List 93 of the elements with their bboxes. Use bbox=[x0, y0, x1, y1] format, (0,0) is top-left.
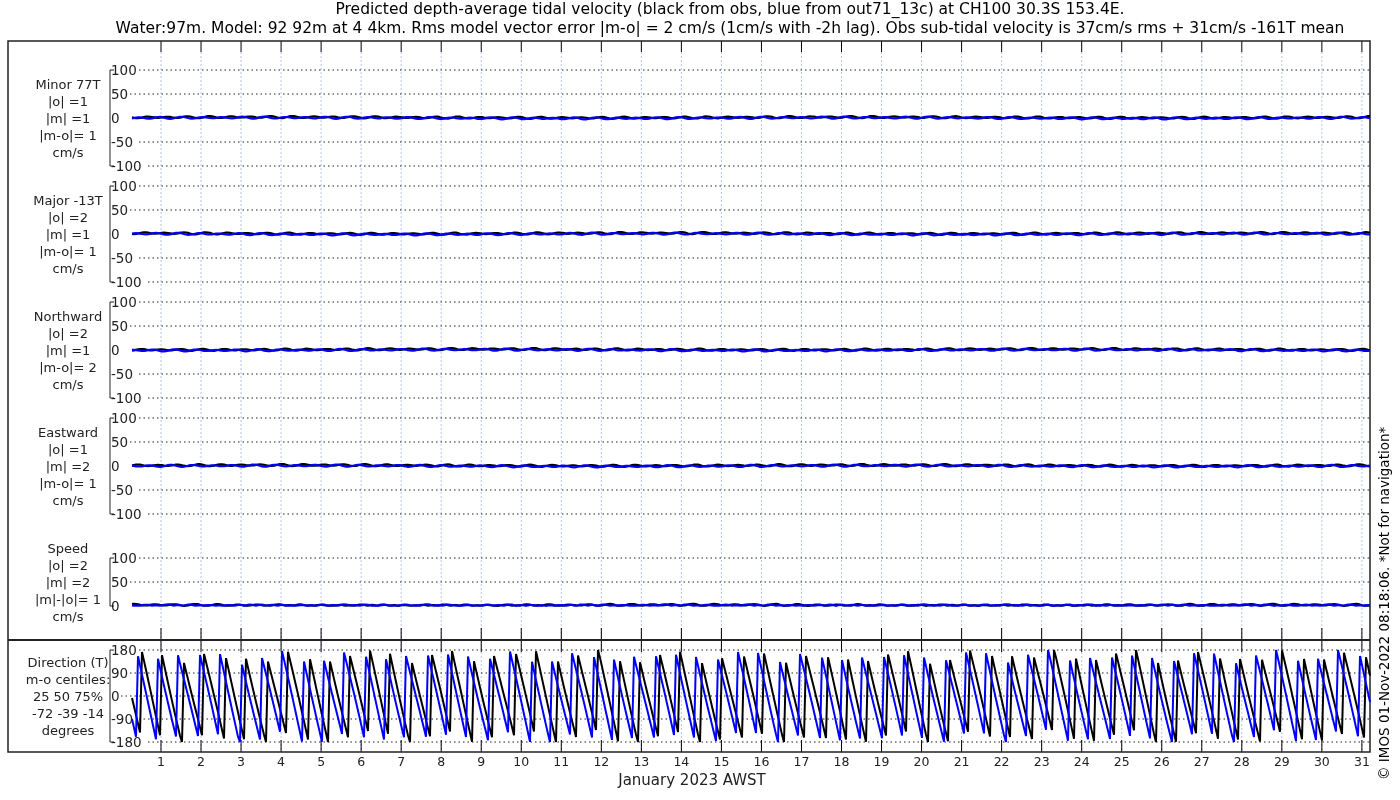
y-tick-label: 50 bbox=[111, 318, 129, 334]
y-tick-label: 0 bbox=[111, 226, 120, 242]
x-tick-label: 21 bbox=[953, 754, 970, 769]
y-tick-label: 50 bbox=[111, 86, 129, 102]
panel-label: m-o centiles: bbox=[25, 672, 111, 687]
chart-title: Predicted depth-average tidal velocity (black from obs, blue from out71_13c) at CH100 30.3S 153.4E. bbox=[335, 0, 1125, 18]
x-tick-label: 13 bbox=[633, 754, 650, 769]
x-tick-label: 8 bbox=[437, 754, 446, 769]
panel-label: |o| =2 bbox=[48, 326, 88, 341]
y-tick-label: 100 bbox=[111, 62, 137, 78]
y-tick-label: 0 bbox=[111, 110, 120, 126]
x-tick-label: 25 bbox=[1113, 754, 1130, 769]
panel-label: 25 50 75% bbox=[32, 689, 104, 704]
panel-label: Minor 77T bbox=[35, 77, 101, 92]
copyright-note: © IMOS 01-Nov-2022 08:18:06. *Not for navigation* bbox=[1376, 426, 1392, 780]
x-tick-label: 9 bbox=[477, 754, 486, 769]
panel-label: |m| =1 bbox=[45, 343, 91, 358]
x-tick-label: 7 bbox=[397, 754, 406, 769]
x-tick-label: 16 bbox=[753, 754, 770, 769]
panel-label: |m-o|= 1 bbox=[39, 244, 97, 259]
y-tick-label: 90 bbox=[111, 665, 129, 681]
y-tick-label: 50 bbox=[111, 202, 129, 218]
x-tick-label: 26 bbox=[1153, 754, 1170, 769]
y-tick-label: 100 bbox=[111, 550, 137, 566]
x-tick-label: 27 bbox=[1193, 754, 1210, 769]
x-tick-label: 19 bbox=[873, 754, 890, 769]
y-tick-label: -100 bbox=[111, 158, 142, 174]
panel-label: degrees bbox=[41, 723, 95, 738]
panel-label: Major -13T bbox=[33, 193, 103, 208]
panel-label: |m| =1 bbox=[45, 111, 91, 126]
x-tick-label: 1 bbox=[157, 754, 165, 769]
panel-label: |m-o|= 2 bbox=[39, 360, 97, 375]
y-tick-label: -50 bbox=[111, 482, 134, 498]
y-tick-label: -50 bbox=[111, 366, 134, 382]
x-tick-label: 23 bbox=[1033, 754, 1050, 769]
panel-label: |m-o|= 1 bbox=[39, 476, 97, 491]
x-tick-label: 22 bbox=[993, 754, 1010, 769]
panel-label: cm/s bbox=[52, 145, 84, 160]
panel-label: cm/s bbox=[52, 261, 84, 276]
x-tick-label: 3 bbox=[237, 754, 246, 769]
y-tick-label: -100 bbox=[111, 274, 142, 290]
panel-label: |o| =2 bbox=[48, 558, 88, 573]
y-tick-label: -50 bbox=[111, 134, 134, 150]
x-tick-label: 12 bbox=[593, 754, 610, 769]
y-tick-label: 50 bbox=[111, 434, 129, 450]
panel-label: cm/s bbox=[52, 377, 84, 392]
panel-label: |m| =2 bbox=[45, 459, 91, 474]
x-tick-label: 2 bbox=[197, 754, 205, 769]
x-tick-label: 15 bbox=[713, 754, 730, 769]
panel-label: |m|-|o|= 1 bbox=[34, 592, 102, 607]
x-tick-label: 29 bbox=[1273, 754, 1290, 769]
x-tick-label: 10 bbox=[513, 754, 530, 769]
panel-label: -72 -39 -14 bbox=[32, 706, 104, 721]
x-axis-label: January 2023 AWST bbox=[618, 771, 766, 789]
panel-label: cm/s bbox=[52, 493, 84, 508]
y-tick-label: -180 bbox=[111, 734, 142, 750]
x-tick-label: 30 bbox=[1313, 754, 1330, 769]
y-tick-label: -100 bbox=[111, 390, 142, 406]
y-tick-label: 100 bbox=[111, 294, 137, 310]
x-tick-label: 18 bbox=[833, 754, 850, 769]
x-tick-label: 5 bbox=[317, 754, 326, 769]
y-tick-label: 0 bbox=[111, 598, 120, 614]
panel-label: Speed bbox=[47, 541, 89, 556]
x-tick-label: 20 bbox=[913, 754, 930, 769]
y-tick-label: -90 bbox=[111, 711, 134, 727]
x-tick-label: 17 bbox=[793, 754, 810, 769]
y-tick-label: 50 bbox=[111, 574, 129, 590]
panel-label: |m| =1 bbox=[45, 227, 91, 242]
panel-label: |o| =1 bbox=[48, 94, 88, 109]
x-tick-label: 6 bbox=[357, 754, 366, 769]
x-tick-label: 14 bbox=[673, 754, 690, 769]
panel-label: Eastward bbox=[38, 425, 98, 440]
y-tick-label: 0 bbox=[111, 458, 120, 474]
y-tick-label: 100 bbox=[111, 178, 137, 194]
panel-label: Northward bbox=[33, 309, 103, 324]
chart-title: Water:97m. Model: 92 92m at 4 4km. Rms model vector error |m-o| = 2 cm/s (1cm/s with -2h lag). Obs sub-tidal velocity is 37cm/s rms + 31cm/s -161T mean bbox=[115, 19, 1345, 37]
y-tick-label: 0 bbox=[111, 688, 120, 704]
x-tick-label: 24 bbox=[1073, 754, 1090, 769]
panel-label: |m| =2 bbox=[45, 575, 91, 590]
y-tick-label: -50 bbox=[111, 250, 134, 266]
y-tick-label: -100 bbox=[111, 506, 142, 522]
panel-label: |m-o|= 1 bbox=[39, 128, 97, 143]
y-tick-label: 0 bbox=[111, 342, 120, 358]
x-tick-label: 4 bbox=[277, 754, 286, 769]
y-tick-label: 180 bbox=[111, 642, 137, 658]
panel-label: |o| =2 bbox=[48, 210, 88, 225]
panel-label: cm/s bbox=[52, 609, 84, 624]
panel-label: |o| =1 bbox=[48, 442, 88, 457]
x-tick-label: 28 bbox=[1233, 754, 1250, 769]
x-tick-label: 11 bbox=[553, 754, 570, 769]
y-tick-label: 100 bbox=[111, 410, 137, 426]
x-tick-label: 31 bbox=[1353, 754, 1370, 769]
panel-label: Direction (T) bbox=[27, 655, 109, 670]
